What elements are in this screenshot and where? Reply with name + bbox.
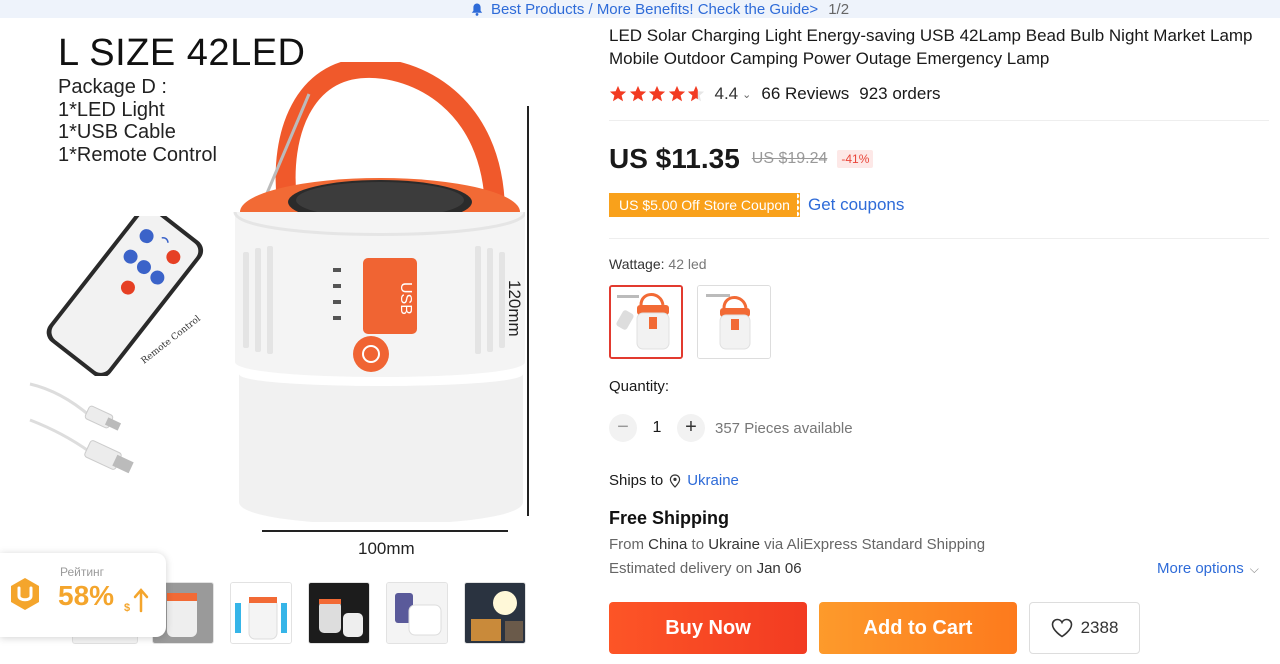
remote-control-image: Remote Control [46, 216, 204, 376]
thumbnail[interactable] [464, 582, 526, 644]
package-line: Package D : [58, 76, 167, 98]
image-package-list: Package D : 1*LED Light 1*USB Cable 1*Re… [58, 76, 217, 166]
package-line: 1*USB Cable [58, 121, 176, 143]
divider [609, 238, 1269, 239]
rating-badge-icon [11, 578, 39, 610]
height-dimension-line [527, 106, 529, 516]
ships-to-row: Ships to Ukraine [609, 472, 739, 489]
banner-pager: 1/2 [828, 0, 850, 18]
reviews-link[interactable]: 66 Reviews [761, 84, 849, 104]
star-icon [668, 85, 685, 102]
chevron-down-icon[interactable]: ⌄ [742, 88, 751, 101]
original-price: US $19.24 [751, 150, 828, 167]
ships-to-country-link[interactable]: Ukraine [687, 472, 739, 489]
pieces-available: 357 Pieces available [715, 419, 853, 437]
variant-option[interactable] [697, 285, 771, 359]
wattage-label: Wattage: [609, 256, 665, 272]
height-dimension-label: 120mm [505, 280, 524, 337]
arrow-up-icon: $ [124, 588, 149, 613]
more-options-label: More options [1157, 560, 1244, 577]
quantity-increase-button[interactable]: + [677, 414, 705, 442]
product-page: Best Products / More Benefits! Check the… [0, 0, 1280, 664]
quantity-input[interactable]: 1 [637, 419, 677, 437]
add-to-cart-button[interactable]: Add to Cart [819, 602, 1017, 654]
shipping-method: via AliExpress Standard Shipping [764, 536, 986, 553]
rating-widget[interactable]: Рейтинг 58% $ [0, 553, 166, 637]
product-title: LED Solar Charging Light Energy-saving U… [609, 26, 1253, 68]
thumbnail[interactable] [230, 582, 292, 644]
quantity-stepper: − 1 + 357 Pieces available [609, 414, 853, 442]
price-row: US $11.35 US $19.24 -41% [609, 142, 874, 176]
bell-icon [471, 3, 483, 16]
wishlist-count: 2388 [1080, 618, 1119, 637]
more-options-link[interactable]: More options ⌵ [1157, 560, 1259, 577]
shipping-origin: China [648, 536, 688, 553]
star-icon [609, 85, 627, 102]
wishlist-button[interactable]: 2388 [1029, 602, 1140, 654]
quantity-decrease-button[interactable]: − [609, 414, 637, 442]
wattage-value: 42 led [668, 256, 707, 272]
current-price: US $11.35 [609, 143, 740, 174]
chevron-down-icon: ⌵ [1249, 562, 1259, 576]
package-line: 1*Remote Control [58, 143, 217, 166]
rating-row: 4.4 ⌄ 66 Reviews 923 orders [609, 82, 941, 106]
rating-widget-label: Рейтинг [60, 565, 105, 579]
width-dimension-label: 100mm [358, 539, 415, 558]
store-coupon[interactable]: US $5.00 Off Store Coupon [606, 193, 803, 217]
rating-widget-percent: 58% [58, 580, 115, 611]
discount-badge: -41% [837, 150, 874, 168]
star-icon [629, 85, 646, 102]
divider [609, 120, 1269, 121]
wattage-label-row: Wattage: 42 led [609, 256, 707, 272]
thumbnail[interactable] [308, 582, 370, 644]
shipping-destination: Ukraine [708, 536, 760, 553]
coupon-row: US $5.00 Off Store Coupon Get coupons [606, 192, 904, 218]
star-rating [609, 85, 707, 103]
estimated-delivery: Estimated delivery on Jan 06 [609, 560, 802, 577]
shipping-route: From China to Ukraine via AliExpress Sta… [609, 536, 985, 553]
ships-to-label: Ships to [609, 472, 664, 489]
star-icon [648, 85, 666, 102]
shipping-from-label: From [609, 536, 644, 553]
variant-option-42led-selected[interactable] [609, 285, 683, 359]
delivery-date: Jan 06 [756, 560, 802, 577]
quantity-label: Quantity: [609, 378, 670, 395]
rating-widget-currency: $ [124, 602, 130, 613]
thumbnail[interactable] [386, 582, 448, 644]
package-line: 1*LED Light [58, 98, 165, 121]
width-dimension-line [262, 530, 508, 532]
buy-now-button[interactable]: Buy Now [609, 602, 807, 654]
delivery-label: Estimated delivery on [609, 560, 753, 577]
orders-count: 923 orders [859, 84, 941, 103]
heart-icon [1051, 618, 1072, 638]
usb-cable-image [29, 382, 134, 474]
get-coupons-link[interactable]: Get coupons [808, 195, 904, 215]
promo-banner-link[interactable]: Best Products / More Benefits! Check the… [491, 1, 818, 18]
lamp-usb-text: USB [397, 282, 414, 315]
shipping-to-label: to [691, 536, 705, 553]
lamp-image: USB [233, 62, 525, 522]
free-shipping-title: Free Shipping [609, 508, 730, 528]
promo-banner[interactable]: Best Products / More Benefits! Check the… [0, 0, 1280, 18]
rating-value: 4.4 [714, 84, 739, 103]
location-pin-icon [670, 473, 681, 488]
star-half-icon [687, 85, 705, 102]
